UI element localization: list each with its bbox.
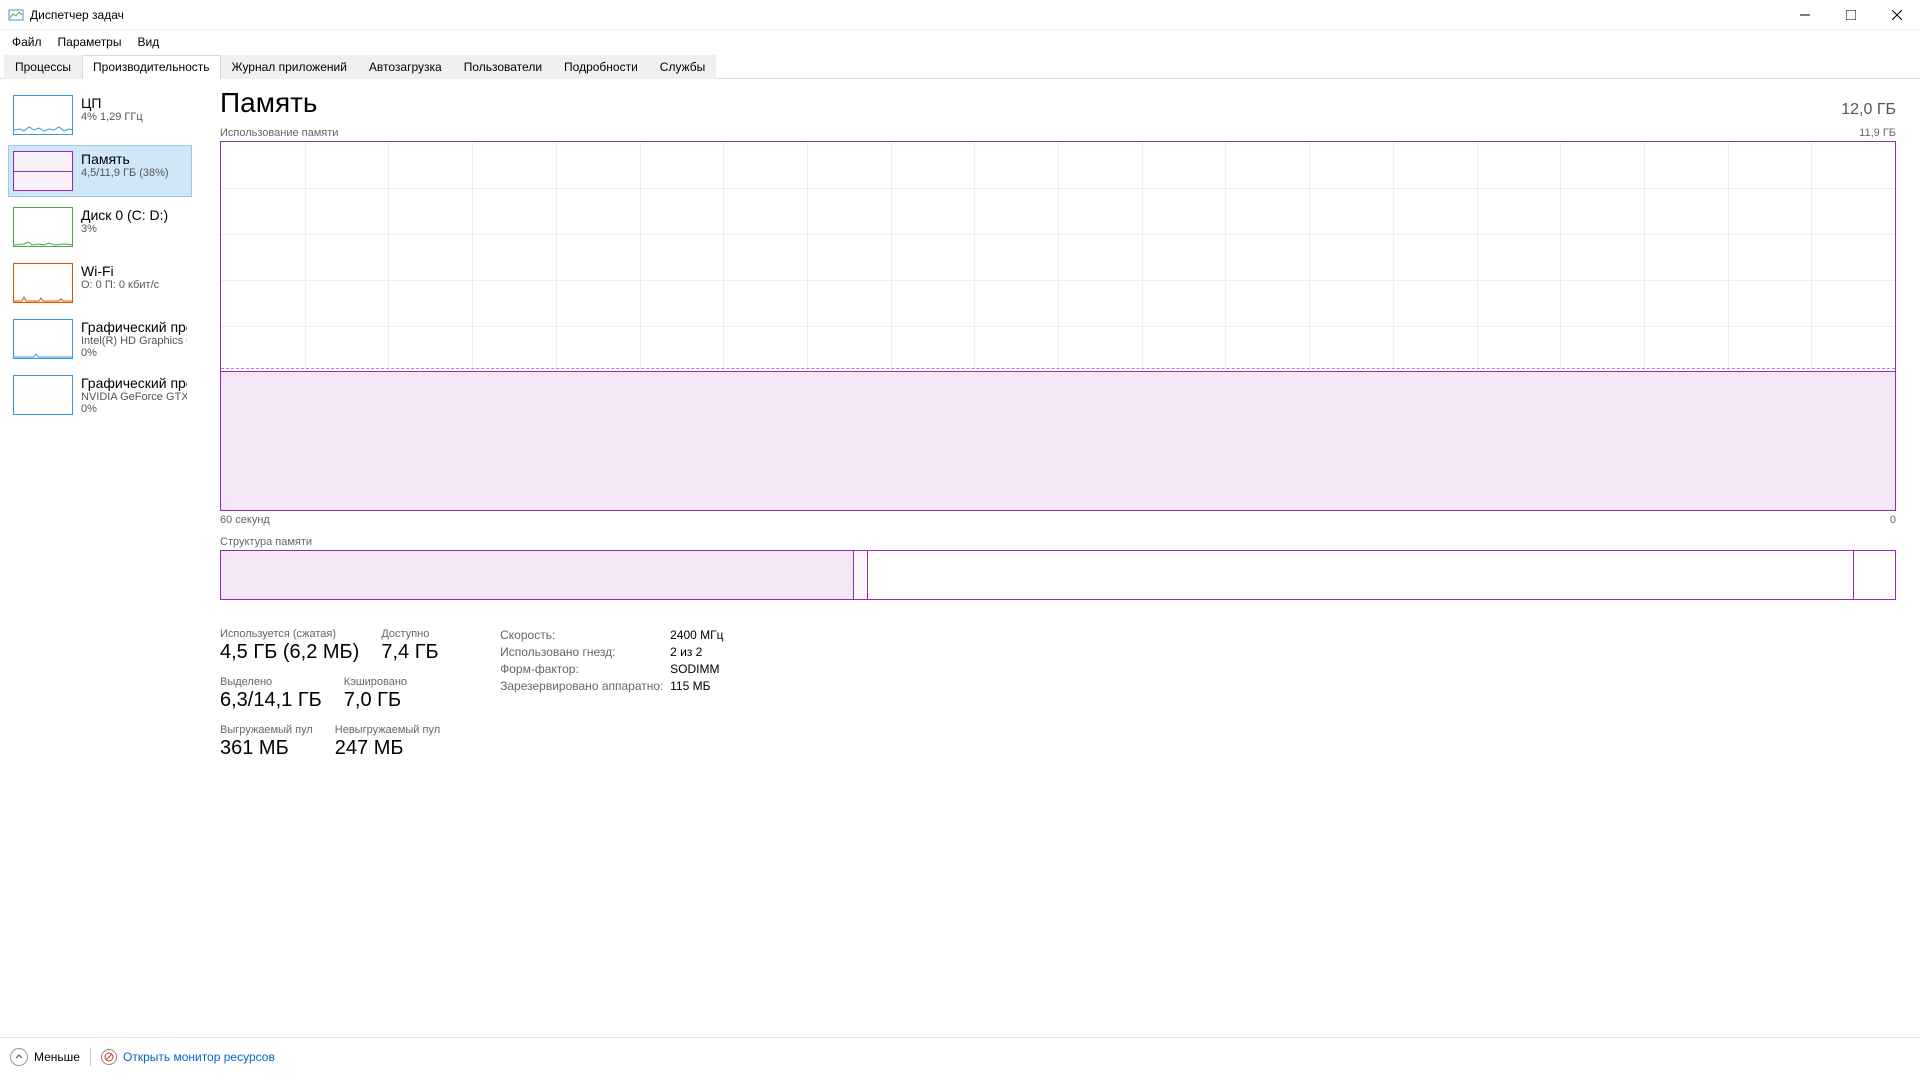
- stat-inuse-label: Используется (сжатая): [220, 628, 359, 640]
- sidebar-memory-title: Память: [81, 151, 169, 167]
- sidebar-wifi-title: Wi-Fi: [81, 263, 159, 279]
- disk-thumbnail-icon: [13, 207, 73, 247]
- memory-info-table: Скорость:2400 МГц Использовано гнезд:2 и…: [500, 628, 723, 772]
- fewer-details-label: Меньше: [34, 1050, 80, 1064]
- kv-reserved-value: 115 МБ: [670, 679, 710, 693]
- sidebar-disk-sub: 3%: [81, 223, 168, 235]
- title-bar: Диспетчер задач: [0, 0, 1920, 30]
- stat-committed-value: 6,3/14,1 ГБ: [220, 689, 322, 712]
- bottom-bar: Меньше Открыть монитор ресурсов: [0, 1037, 1920, 1076]
- tab-startup[interactable]: Автозагрузка: [358, 55, 453, 79]
- close-button[interactable]: [1874, 0, 1920, 30]
- tab-processes[interactable]: Процессы: [4, 55, 82, 79]
- kv-form-value: SODIMM: [670, 662, 719, 676]
- gpu1-thumbnail-icon: [13, 375, 73, 415]
- open-resource-monitor-label: Открыть монитор ресурсов: [123, 1050, 275, 1064]
- stat-cached-value: 7,0 ГБ: [344, 689, 407, 712]
- sidebar-gpu0-sub2: 0%: [81, 347, 187, 359]
- stat-inuse-value: 4,5 ГБ (6,2 МБ): [220, 641, 359, 664]
- wifi-thumbnail-icon: [13, 263, 73, 303]
- tab-performance[interactable]: Производительность: [82, 55, 220, 79]
- sidebar-disk-title: Диск 0 (C: D:): [81, 207, 168, 223]
- sidebar-gpu1-sub1: NVIDIA GeForce GTX 1050: [81, 391, 187, 403]
- sidebar-item-wifi[interactable]: Wi-Fi О: 0 П: 0 кбит/с: [8, 257, 192, 309]
- kv-slots-label: Использовано гнезд:: [500, 645, 670, 659]
- sidebar-cpu-sub: 4% 1,29 ГГц: [81, 111, 143, 123]
- time-axis-left: 60 секунд: [220, 514, 270, 526]
- sidebar-item-cpu[interactable]: ЦП 4% 1,29 ГГц: [8, 89, 192, 141]
- tab-app-history[interactable]: Журнал приложений: [221, 55, 358, 79]
- menu-options[interactable]: Параметры: [50, 33, 130, 51]
- memory-total: 12,0 ГБ: [1841, 101, 1896, 119]
- tab-users[interactable]: Пользователи: [453, 55, 553, 79]
- kv-form-label: Форм-фактор:: [500, 662, 670, 676]
- minimize-button[interactable]: [1782, 0, 1828, 30]
- menu-bar: Файл Параметры Вид: [0, 30, 1920, 54]
- usage-chart-max: 11,9 ГБ: [1859, 127, 1896, 139]
- memory-usage-chart: [220, 141, 1896, 511]
- stat-cached-label: Кэшировано: [344, 676, 407, 688]
- composition-label: Структура памяти: [220, 536, 1896, 548]
- sidebar-item-gpu0[interactable]: Графический процессор 0 Intel(R) HD Grap…: [8, 313, 192, 365]
- sidebar-memory-sub: 4,5/11,9 ГБ (38%): [81, 167, 169, 179]
- kv-slots-value: 2 из 2: [670, 645, 702, 659]
- sidebar-gpu0-sub1: Intel(R) HD Graphics 630: [81, 335, 187, 347]
- stat-committed-label: Выделено: [220, 676, 322, 688]
- time-axis-right: 0: [1890, 514, 1896, 526]
- sidebar-item-memory[interactable]: Память 4,5/11,9 ГБ (38%): [8, 145, 192, 197]
- task-manager-icon: [8, 7, 24, 23]
- sidebar-gpu0-title: Графический процессор 0: [81, 319, 187, 335]
- cpu-thumbnail-icon: [13, 95, 73, 135]
- stat-avail-value: 7,4 ГБ: [381, 641, 438, 664]
- open-resource-monitor-link[interactable]: Открыть монитор ресурсов: [101, 1049, 275, 1065]
- sidebar-gpu1-sub2: 0%: [81, 403, 187, 415]
- tab-strip: Процессы Производительность Журнал прило…: [0, 54, 1920, 79]
- memory-thumbnail-icon: [13, 151, 73, 191]
- sidebar-item-disk[interactable]: Диск 0 (C: D:) 3%: [8, 201, 192, 253]
- resource-monitor-icon: [101, 1049, 117, 1065]
- sidebar-wifi-sub: О: 0 П: 0 кбит/с: [81, 279, 159, 291]
- page-title: Память: [220, 87, 318, 119]
- performance-sidebar: ЦП 4% 1,29 ГГц Память 4,5/11,9 ГБ (38%) …: [0, 79, 200, 1037]
- tab-details[interactable]: Подробности: [553, 55, 649, 79]
- composition-in-use: [221, 551, 854, 599]
- stat-paged-label: Выгружаемый пул: [220, 724, 313, 736]
- menu-file[interactable]: Файл: [4, 33, 50, 51]
- window-title: Диспетчер задач: [30, 8, 124, 22]
- usage-chart-label: Использование памяти: [220, 127, 338, 139]
- sidebar-item-gpu1[interactable]: Графический процессор 1 NVIDIA GeForce G…: [8, 369, 192, 421]
- gpu0-thumbnail-icon: [13, 319, 73, 359]
- tab-services[interactable]: Службы: [649, 55, 716, 79]
- composition-free: [1853, 551, 1895, 599]
- stat-paged-value: 361 МБ: [220, 737, 313, 760]
- fewer-details-button[interactable]: Меньше: [10, 1048, 80, 1066]
- main-panel: Память 12,0 ГБ Использование памяти 11,9…: [200, 79, 1920, 1037]
- kv-speed-label: Скорость:: [500, 628, 670, 642]
- menu-view[interactable]: Вид: [129, 33, 167, 51]
- divider: [90, 1048, 91, 1066]
- kv-speed-value: 2400 МГц: [670, 628, 723, 642]
- stat-nonpaged-label: Невыгружаемый пул: [335, 724, 440, 736]
- chevron-up-icon: [10, 1048, 28, 1066]
- maximize-button[interactable]: [1828, 0, 1874, 30]
- sidebar-gpu1-title: Графический процессор 1: [81, 375, 187, 391]
- stat-nonpaged-value: 247 МБ: [335, 737, 440, 760]
- composition-modified: [854, 551, 868, 599]
- memory-composition-bar: [220, 550, 1896, 600]
- sidebar-cpu-title: ЦП: [81, 95, 143, 111]
- composition-standby: [868, 551, 1853, 599]
- kv-reserved-label: Зарезервировано аппаратно:: [500, 679, 670, 693]
- stat-avail-label: Доступно: [381, 628, 438, 640]
